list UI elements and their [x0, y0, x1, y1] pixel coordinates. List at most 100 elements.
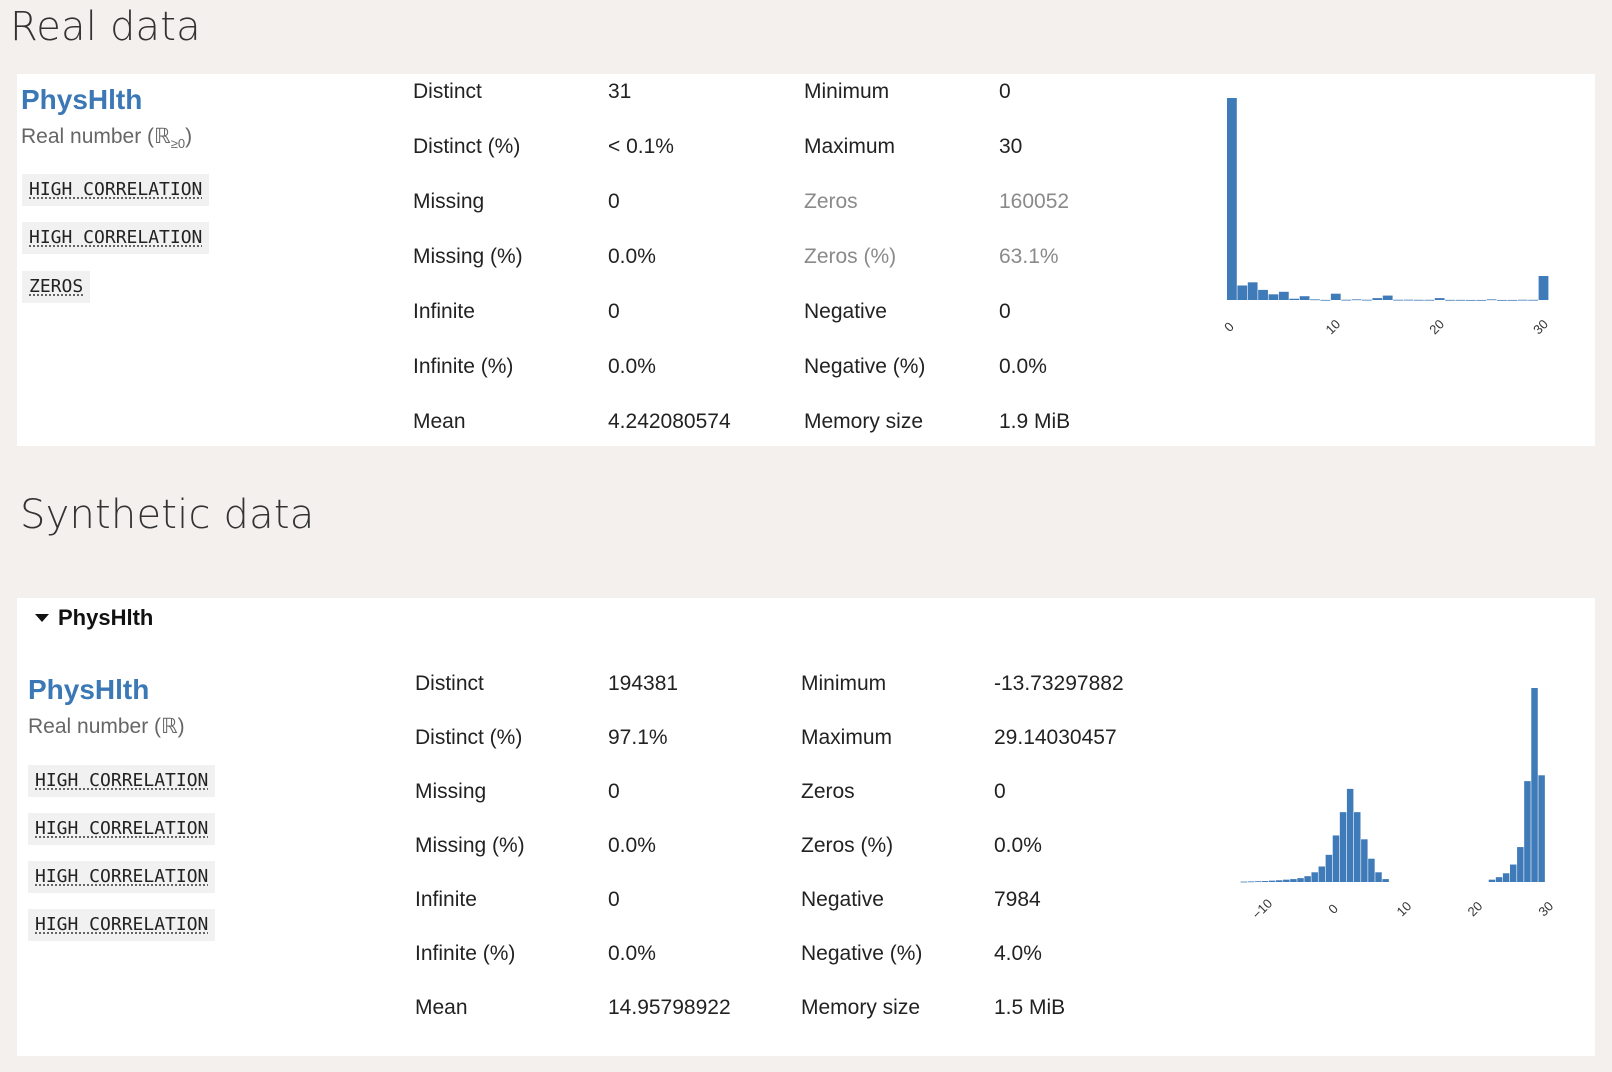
stat-value: 97.1%	[608, 726, 668, 749]
variable-collapse-toggle[interactable]: PhysHlth	[35, 602, 153, 634]
histogram-tick-label: 0	[1325, 901, 1341, 917]
histogram-bar	[1290, 879, 1297, 882]
stat-label: Maximum	[801, 726, 893, 749]
stat-value-warning: 63.1%	[999, 245, 1059, 268]
stat-label: Missing (%)	[415, 834, 525, 857]
stat-label: Maximum	[804, 135, 896, 158]
histogram-tick-label: 0	[1221, 319, 1237, 335]
stat-label: Negative (%)	[804, 355, 926, 378]
stat-value: 29.14030457	[994, 726, 1117, 749]
stat-value: 0	[608, 780, 620, 803]
stat-label: Infinite	[415, 888, 477, 911]
stat-label: Zeros (%)	[801, 834, 894, 857]
synthetic-variable-type: Real number (ℝ)	[28, 715, 185, 738]
stat-value: 0.0%	[999, 355, 1047, 378]
histogram-bar	[1240, 881, 1248, 883]
stat-value: 1.9 MiB	[999, 410, 1071, 433]
stat-value: 14.95798922	[608, 996, 731, 1019]
histogram-bar	[1268, 294, 1279, 300]
synthetic-variable-name-link[interactable]: PhysHlth	[28, 674, 149, 706]
real-variable-type: Real number (ℝ≥0)	[21, 125, 193, 152]
histogram-bar	[1276, 880, 1283, 882]
stat-value: 0	[608, 300, 620, 323]
stat-value: -13.73297882	[994, 672, 1124, 695]
synthetic-badge-high-correlation-2[interactable]: HIGH CORRELATION	[28, 813, 216, 845]
stat-value: 0	[999, 300, 1011, 323]
histogram-bar	[1413, 299, 1424, 301]
stat-value: 31	[608, 80, 632, 103]
histogram-bar	[1524, 781, 1531, 882]
histogram-bar	[1283, 879, 1290, 882]
stat-label: Negative (%)	[801, 942, 923, 965]
stat-label: Infinite	[413, 300, 475, 323]
stat-label: Zeros	[801, 780, 855, 803]
real-badge-zeros[interactable]: ZEROS	[22, 271, 91, 303]
real-badge-high-correlation-2[interactable]: HIGH CORRELATION	[22, 222, 210, 254]
collapse-toggle-label: PhysHlth	[58, 605, 154, 630]
histogram-bar	[1465, 299, 1476, 301]
real-data-heading: Real data	[10, 4, 201, 50]
histogram-bar	[1320, 299, 1331, 301]
histogram-bar	[1517, 299, 1528, 301]
stat-label: Memory size	[801, 996, 921, 1019]
stat-value: 30	[999, 135, 1023, 158]
histogram-bar	[1361, 839, 1368, 882]
stat-value: 0	[608, 888, 620, 911]
stat-value: 0.0%	[608, 355, 656, 378]
histogram-bar	[1339, 812, 1347, 882]
synthetic-badge-high-correlation-1[interactable]: HIGH CORRELATION	[28, 765, 216, 797]
caret-down-icon	[35, 614, 49, 622]
histogram-bar	[1510, 864, 1517, 882]
histogram-bar	[1502, 873, 1510, 882]
stat-label: Minimum	[801, 672, 887, 695]
real-variable-name-link[interactable]: PhysHlth	[21, 84, 142, 116]
histogram-bar	[1332, 835, 1340, 882]
stat-label: Distinct (%)	[415, 726, 523, 749]
real-badge-high-correlation-1[interactable]: HIGH CORRELATION	[22, 174, 210, 206]
histogram-bar	[1531, 688, 1538, 882]
histogram-bar	[1278, 291, 1289, 300]
stat-label: Missing	[413, 190, 485, 213]
histogram-bar	[1261, 881, 1269, 882]
stat-value: 7984	[994, 888, 1041, 911]
stat-value: 0.0%	[608, 834, 656, 857]
histogram-bar	[1486, 299, 1497, 301]
histogram-tick-label: 10	[1322, 316, 1343, 337]
histogram-bar	[1382, 879, 1389, 882]
histogram-bar	[1382, 295, 1393, 300]
histogram-bar	[1318, 866, 1326, 882]
synthetic-badge-high-correlation-4[interactable]: HIGH CORRELATION	[28, 909, 216, 941]
histogram-bar	[1538, 775, 1545, 882]
histogram-bar	[1310, 299, 1320, 301]
synthetic-data-heading: Synthetic data	[20, 492, 315, 538]
stat-value: 0.0%	[994, 834, 1042, 857]
histogram-bar	[1297, 878, 1304, 882]
stat-value: 4.0%	[994, 942, 1042, 965]
histogram-bar	[1254, 881, 1262, 883]
histogram-bar	[1227, 98, 1237, 300]
stat-label-warning: Zeros	[804, 190, 858, 213]
stat-label-warning: Zeros (%)	[804, 245, 897, 268]
stat-value: 0.0%	[608, 245, 656, 268]
histogram-bar	[1289, 298, 1300, 300]
histogram-bar	[1247, 881, 1255, 883]
stat-label: Minimum	[804, 80, 890, 103]
stat-label: Missing	[415, 780, 487, 803]
histogram-bar	[1455, 299, 1466, 301]
histogram-bar	[1424, 299, 1435, 301]
histogram-bar	[1354, 812, 1361, 882]
synthetic-badge-high-correlation-3[interactable]: HIGH CORRELATION	[28, 861, 216, 893]
stat-label: Negative	[804, 300, 887, 323]
histogram-bar	[1434, 298, 1445, 300]
real-histogram-chart: 0 10 20 30	[1221, 98, 1551, 337]
histogram-bar	[1403, 299, 1414, 301]
histogram-bar	[1372, 298, 1383, 300]
synthetic-variable-panel: PhysHlth PhysHlth Real number (ℝ) HIGH C…	[17, 598, 1595, 1056]
stat-value: < 0.1%	[608, 135, 674, 158]
histogram-bar	[1268, 880, 1276, 882]
histogram-bar	[1330, 293, 1341, 300]
histogram-bar	[1517, 847, 1524, 882]
histogram-bar	[1346, 788, 1354, 882]
stat-label: Distinct (%)	[413, 135, 521, 158]
stat-label: Missing (%)	[413, 245, 523, 268]
